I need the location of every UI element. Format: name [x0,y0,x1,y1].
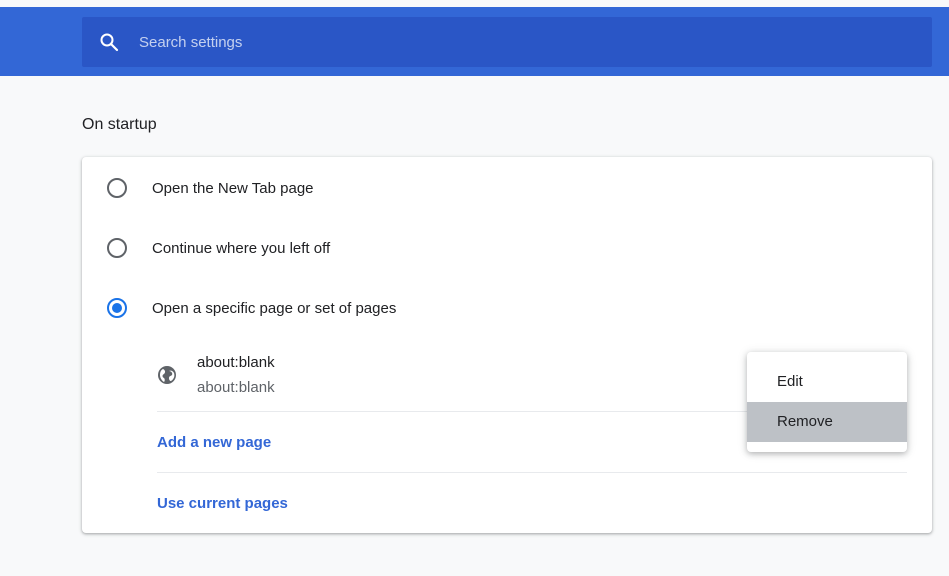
radio-label: Open the New Tab page [152,179,314,197]
search-input[interactable] [139,27,899,57]
search-icon[interactable] [98,31,120,53]
use-current-pages-link[interactable]: Use current pages [157,495,288,512]
section-title: On startup [82,116,157,133]
menu-item-edit[interactable]: Edit [747,362,907,402]
radio-option-new-tab[interactable]: Open the New Tab page [82,168,932,208]
page-url: about:blank [197,379,275,396]
startup-card: Open the New Tab page Continue where you… [82,157,932,533]
radio-button[interactable] [107,178,127,198]
search-box[interactable] [82,17,932,67]
radio-option-specific-pages[interactable]: Open a specific page or set of pages [82,288,932,328]
radio-button-checked[interactable] [107,298,127,318]
settings-header [0,7,949,76]
divider [157,472,907,473]
globe-icon [157,365,177,385]
radio-label: Continue where you left off [152,239,331,257]
radio-label: Open a specific page or set of pages [152,299,397,317]
page-title: about:blank [197,354,275,371]
radio-option-continue[interactable]: Continue where you left off [82,228,932,268]
add-new-page-link[interactable]: Add a new page [157,434,271,451]
radio-button[interactable] [107,238,127,258]
menu-item-remove[interactable]: Remove [747,402,907,442]
page-context-menu: Edit Remove [747,352,907,452]
